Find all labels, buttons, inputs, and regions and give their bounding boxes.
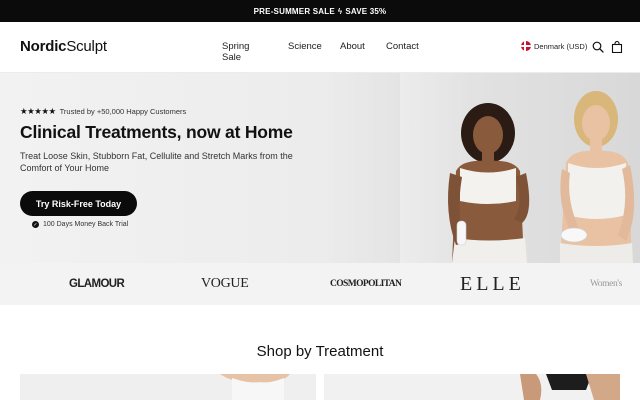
press-logos-bar: GLAMOUR VOGUE COSMOPOLITAN ELLE Women's bbox=[0, 263, 640, 305]
press-logo-vogue: VOGUE bbox=[201, 276, 249, 291]
locale-label: Denmark (USD) bbox=[534, 41, 588, 51]
nav-science[interactable]: Science bbox=[288, 41, 322, 52]
shopping-bag-icon[interactable] bbox=[611, 41, 623, 53]
logo-bold: Nordic bbox=[20, 38, 67, 55]
nav-contact[interactable]: Contact bbox=[386, 41, 419, 52]
announcement-bar: PRE-SUMMER SALE ϟ SAVE 35% bbox=[0, 0, 640, 22]
treatment-card[interactable] bbox=[324, 374, 620, 400]
shop-section-title: Shop by Treatment bbox=[256, 343, 384, 360]
nav-spring-sale[interactable]: Spring Sale bbox=[222, 41, 249, 63]
search-icon[interactable] bbox=[592, 41, 604, 53]
treatment-card-image bbox=[20, 374, 316, 400]
press-logo-womens: Women's bbox=[590, 279, 622, 289]
press-logo-elle: ELLE bbox=[460, 272, 525, 295]
money-back-trial: ✓ 100 Days Money Back Trial bbox=[32, 221, 128, 228]
star-rating-icon: ★★★★★ bbox=[20, 106, 56, 116]
locale-selector[interactable]: Denmark (USD) bbox=[521, 41, 587, 51]
check-icon: ✓ bbox=[32, 221, 39, 228]
hero-photo-models bbox=[400, 73, 640, 263]
denmark-flag-icon bbox=[521, 41, 531, 51]
trial-text: 100 Days Money Back Trial bbox=[43, 221, 129, 228]
hero-subtitle: Treat Loose Skin, Stubborn Fat, Cellulit… bbox=[20, 151, 293, 173]
logo-rest: Sculpt bbox=[66, 38, 107, 55]
rating-text: Trusted by +50,000 Happy Customers bbox=[59, 107, 187, 116]
treatment-card-image bbox=[324, 374, 620, 400]
lightning-icon: ϟ bbox=[337, 6, 343, 16]
hero-title: Clinical Treatments, now at Home bbox=[20, 122, 293, 142]
logo[interactable]: NordicSculpt bbox=[20, 38, 107, 55]
site-header: NordicSculpt Spring Sale Science About C… bbox=[0, 22, 640, 73]
customer-rating: ★★★★★ Trusted by +50,000 Happy Customers bbox=[20, 106, 186, 117]
hero-section: ★★★★★ Trusted by +50,000 Happy Customers… bbox=[0, 73, 640, 263]
nav-about[interactable]: About bbox=[340, 41, 365, 52]
try-risk-free-button[interactable]: Try Risk-Free Today bbox=[20, 191, 137, 216]
press-logo-glamour: GLAMOUR bbox=[69, 278, 125, 290]
treatment-card[interactable] bbox=[20, 374, 316, 400]
press-logo-cosmopolitan: COSMOPOLITAN bbox=[330, 279, 402, 289]
announcement-text-left: PRE-SUMMER SALE bbox=[253, 6, 335, 16]
announcement-text-right: SAVE 35% bbox=[345, 6, 387, 16]
